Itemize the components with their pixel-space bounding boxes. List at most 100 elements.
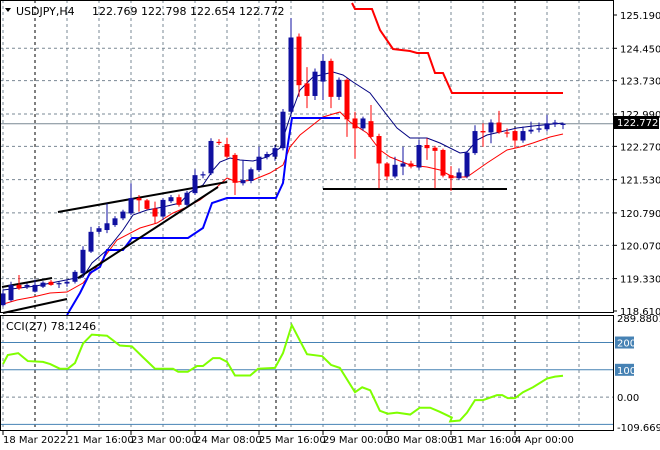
y-tick-label: 125.190 — [620, 11, 660, 22]
bull-candle — [0, 293, 6, 306]
bull-candle — [8, 284, 14, 301]
cci-tick-label: 200 — [617, 339, 636, 350]
main-panel-frame — [0, 0, 614, 313]
bear-candle — [136, 198, 142, 201]
cci-title: CCI(27) 78.1246 — [6, 320, 96, 333]
bull-candle — [64, 281, 70, 284]
cci-panel — [0, 322, 613, 425]
bear-candle — [328, 60, 334, 97]
bull-candle — [280, 111, 286, 149]
bear-candle — [224, 144, 230, 157]
bull-candle — [528, 129, 534, 132]
bull-candle — [336, 79, 342, 97]
bear-candle — [432, 147, 438, 151]
bull-candle — [248, 169, 254, 181]
x-tick-label: 18 Mar 2022 — [3, 435, 66, 446]
bull-candle — [184, 192, 190, 205]
y-tick-label: 122.270 — [620, 142, 660, 153]
current-price-label: 122.772 — [617, 118, 658, 129]
bull-candle — [560, 123, 566, 125]
bear-candle — [408, 163, 414, 167]
bull-candle — [56, 283, 62, 285]
cci-tick-label: -109.6698 — [617, 423, 660, 434]
bull-candle — [120, 211, 126, 219]
bull-candle — [96, 228, 102, 232]
bull-candle — [112, 218, 118, 226]
bear-candle — [344, 79, 350, 120]
bear-candle — [504, 132, 510, 134]
bull-candle — [552, 122, 558, 125]
x-tick-label: 4 Apr 00:00 — [515, 435, 574, 446]
y-tick-label: 121.530 — [620, 176, 660, 187]
bull-candle — [80, 249, 86, 274]
bear-candle — [384, 163, 390, 177]
cci-tick-label: 289.8801 — [617, 314, 660, 325]
cci-line — [2, 322, 564, 423]
bear-candle — [480, 131, 486, 133]
bear-candle — [144, 200, 150, 209]
bull-candle — [312, 71, 318, 96]
bull-candle — [288, 37, 294, 112]
triangle-down-icon[interactable] — [5, 8, 11, 12]
bear-candle — [296, 36, 302, 86]
bear-candle — [152, 208, 158, 217]
bull-candle — [264, 154, 270, 158]
bull-candle — [128, 198, 134, 214]
chart-ohlc: 122.769 122.798 122.654 122.772 — [92, 5, 284, 18]
bull-candle — [360, 118, 366, 129]
grid — [0, 0, 613, 430]
x-tick-label: 23 Mar 00:00 — [131, 435, 198, 446]
y-tick-label: 120.070 — [620, 241, 660, 252]
bear-candle — [376, 136, 382, 164]
bull-candle — [392, 164, 398, 177]
bull-candle — [472, 131, 478, 154]
x-tick-label: 21 Mar 16:00 — [67, 435, 134, 446]
bear-candle — [424, 145, 430, 149]
bear-candle — [352, 118, 358, 129]
chart-symbol: USDJPY,H4 — [16, 5, 75, 18]
bull-candle — [24, 284, 30, 287]
bull-candle — [192, 175, 198, 194]
bull-candle — [72, 271, 78, 282]
bull-candle — [464, 152, 470, 177]
bull-candle — [32, 284, 38, 292]
x-tick-label: 30 Mar 08:00 — [387, 435, 454, 446]
bear-candle — [448, 175, 454, 179]
bull-candle — [168, 197, 174, 202]
y-tick-label: 119.330 — [620, 275, 660, 286]
bear-candle — [440, 149, 446, 176]
y-tick-label: 120.790 — [620, 209, 660, 220]
bull-candle — [320, 60, 326, 82]
bear-candle — [304, 83, 310, 96]
bull-candle — [456, 172, 462, 179]
channel-low-line — [66, 117, 340, 316]
bull-candle — [160, 199, 166, 217]
bull-candle — [400, 163, 406, 167]
bull-candle — [208, 140, 214, 174]
bear-candle — [176, 197, 182, 205]
bull-candle — [536, 128, 542, 130]
bull-candle — [544, 123, 550, 130]
bear-candle — [216, 141, 222, 144]
bull-candle — [88, 231, 94, 252]
bear-candle — [232, 154, 238, 183]
candles — [0, 18, 566, 307]
bull-candle — [416, 145, 422, 168]
bull-candle — [40, 282, 46, 287]
x-tick-label: 31 Mar 16:00 — [451, 435, 518, 446]
x-tick-label: 24 Mar 08:00 — [195, 435, 262, 446]
x-tick-label: 29 Mar 00:00 — [323, 435, 390, 446]
bear-candle — [512, 131, 518, 141]
bear-candle — [48, 281, 54, 285]
cci-tick-label: 0.00 — [617, 393, 639, 404]
bull-candle — [520, 131, 526, 141]
bull-candle — [256, 156, 262, 171]
bear-candle — [368, 121, 374, 137]
cci-tick-label: 100 — [617, 366, 636, 377]
bear-candle — [496, 122, 502, 133]
bull-candle — [104, 223, 110, 231]
chart-window[interactable]: 125.190124.450123.730122.990122.270121.5… — [0, 0, 660, 450]
bull-candle — [272, 148, 278, 157]
bear-candle — [16, 284, 22, 289]
y-tick-label: 124.450 — [620, 44, 660, 55]
